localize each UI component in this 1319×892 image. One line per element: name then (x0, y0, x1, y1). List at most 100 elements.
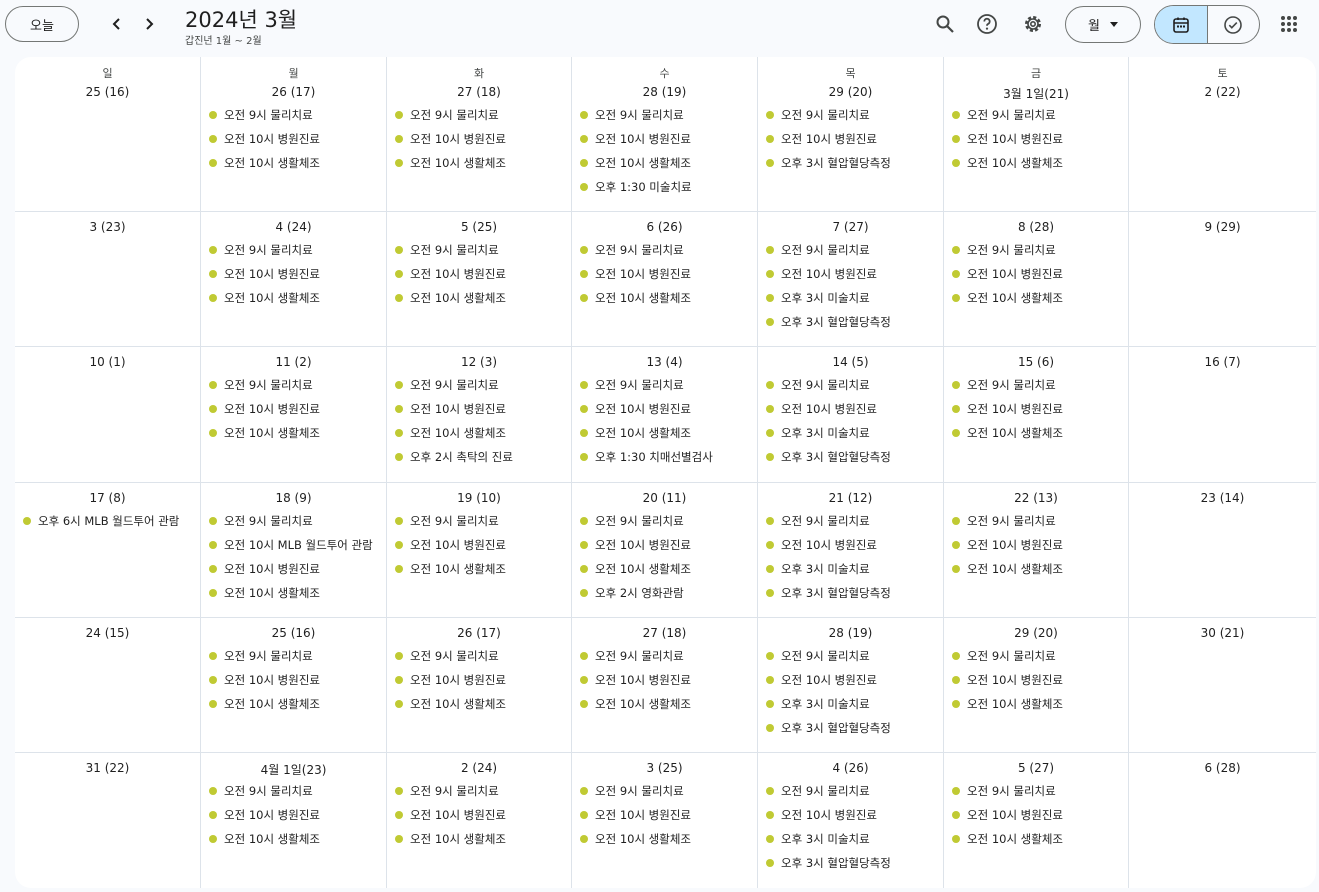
view-select[interactable]: 월 (1065, 6, 1141, 43)
event-chip[interactable]: 오전 9시 물리치료 (209, 239, 384, 261)
date-label[interactable]: 26 (17) (201, 85, 386, 99)
date-label[interactable]: 2 (22) (1129, 85, 1316, 99)
event-chip[interactable]: 오전 9시 물리치료 (766, 780, 941, 802)
day-cell[interactable]: 29 (20) 오전 9시 물리치료 오전 10시 병원진료 오전 10시 생활체조 (944, 618, 1129, 752)
event-chip[interactable]: 오전 9시 물리치료 (395, 104, 569, 126)
event-chip[interactable]: 오전 10시 생활체조 (580, 693, 755, 715)
event-chip[interactable]: 오전 9시 물리치료 (580, 374, 755, 396)
day-cell[interactable]: 월 26 (17) 오전 9시 물리치료 오전 10시 병원진료 오전 10시 생활체조 (201, 57, 387, 211)
event-chip[interactable]: 오전 10시 병원진료 (395, 128, 569, 150)
day-cell[interactable]: 24 (15) (15, 618, 201, 752)
date-label[interactable]: 14 (5) (758, 355, 943, 369)
date-label[interactable]: 7 (27) (758, 220, 943, 234)
event-chip[interactable]: 오전 10시 병원진료 (952, 398, 1126, 420)
day-cell[interactable]: 22 (13) 오전 9시 물리치료 오전 10시 병원진료 오전 10시 생활체조 (944, 483, 1129, 617)
date-label[interactable]: 19 (10) (387, 491, 571, 505)
day-cell[interactable]: 4 (26) 오전 9시 물리치료 오전 10시 병원진료 오후 3시 미술치료 오후 … (758, 753, 944, 888)
date-label[interactable]: 6 (28) (1129, 761, 1316, 775)
event-chip[interactable]: 오전 10시 병원진료 (952, 804, 1126, 826)
day-cell[interactable]: 17 (8) 오후 6시 MLB 월드투어 관람 (15, 483, 201, 617)
day-cell[interactable]: 19 (10) 오전 9시 물리치료 오전 10시 병원진료 오전 10시 생활체조 (387, 483, 572, 617)
day-cell[interactable]: 목 29 (20) 오전 9시 물리치료 오전 10시 병원진료 오후 3시 혈압혈당측… (758, 57, 944, 211)
date-label[interactable]: 31 (22) (15, 761, 200, 775)
event-chip[interactable]: 오전 10시 병원진료 (395, 398, 569, 420)
event-chip[interactable]: 오후 3시 혈압혈당측정 (766, 582, 941, 604)
event-chip[interactable]: 오전 9시 물리치료 (209, 645, 384, 667)
day-cell[interactable]: 30 (21) (1129, 618, 1316, 752)
date-label[interactable]: 3 (23) (15, 220, 200, 234)
date-label[interactable]: 4월 1일(23) (201, 761, 386, 778)
event-chip[interactable]: 오전 10시 생활체조 (952, 287, 1126, 309)
date-label[interactable]: 28 (19) (572, 85, 757, 99)
event-chip[interactable]: 오전 10시 병원진료 (395, 263, 569, 285)
date-label[interactable]: 26 (17) (387, 626, 571, 640)
date-label[interactable]: 20 (11) (572, 491, 757, 505)
event-chip[interactable]: 오전 10시 병원진료 (580, 534, 755, 556)
day-cell[interactable]: 3 (25) 오전 9시 물리치료 오전 10시 병원진료 오전 10시 생활체조 (572, 753, 758, 888)
event-chip[interactable]: 오전 10시 병원진료 (209, 804, 384, 826)
date-label[interactable]: 25 (16) (15, 85, 200, 99)
event-chip[interactable]: 오전 9시 물리치료 (580, 510, 755, 532)
date-label[interactable]: 12 (3) (387, 355, 571, 369)
event-chip[interactable]: 오후 1:30 치매선별검사 (580, 446, 755, 468)
date-label[interactable]: 5 (27) (944, 761, 1128, 775)
date-label[interactable]: 30 (21) (1129, 626, 1316, 640)
event-chip[interactable]: 오전 10시 병원진료 (209, 263, 384, 285)
event-chip[interactable]: 오전 9시 물리치료 (952, 239, 1126, 261)
calendar-icon[interactable] (1155, 6, 1208, 43)
event-chip[interactable]: 오전 10시 생활체조 (209, 582, 384, 604)
day-cell[interactable]: 2 (24) 오전 9시 물리치료 오전 10시 병원진료 오전 10시 생활체조 (387, 753, 572, 888)
date-label[interactable]: 24 (15) (15, 626, 200, 640)
day-cell[interactable]: 15 (6) 오전 9시 물리치료 오전 10시 병원진료 오전 10시 생활체조 (944, 347, 1129, 482)
event-chip[interactable]: 오전 10시 병원진료 (395, 534, 569, 556)
event-chip[interactable]: 오전 10시 병원진료 (766, 804, 941, 826)
event-chip[interactable]: 오후 2시 촉탁의 진료 (395, 446, 569, 468)
event-chip[interactable]: 오전 10시 생활체조 (580, 422, 755, 444)
event-chip[interactable]: 오후 3시 혈압혈당측정 (766, 446, 941, 468)
day-cell[interactable]: 10 (1) (15, 347, 201, 482)
event-chip[interactable]: 오전 10시 병원진료 (580, 398, 755, 420)
event-chip[interactable]: 오전 10시 병원진료 (580, 263, 755, 285)
event-chip[interactable]: 오전 10시 병원진료 (952, 534, 1126, 556)
event-chip[interactable]: 오전 10시 병원진료 (395, 804, 569, 826)
date-label[interactable]: 4 (24) (201, 220, 386, 234)
event-chip[interactable]: 오전 10시 병원진료 (766, 128, 941, 150)
day-cell[interactable]: 11 (2) 오전 9시 물리치료 오전 10시 병원진료 오전 10시 생활체조 (201, 347, 387, 482)
day-cell[interactable]: 12 (3) 오전 9시 물리치료 오전 10시 병원진료 오전 10시 생활체조 오후… (387, 347, 572, 482)
event-chip[interactable]: 오전 10시 병원진료 (766, 534, 941, 556)
event-chip[interactable]: 오전 10시 병원진료 (395, 669, 569, 691)
day-cell[interactable]: 화 27 (18) 오전 9시 물리치료 오전 10시 병원진료 오전 10시 생활체조 (387, 57, 572, 211)
date-label[interactable]: 3월 1일(21) (944, 85, 1128, 102)
date-label[interactable]: 21 (12) (758, 491, 943, 505)
search-icon[interactable] (933, 12, 957, 36)
event-chip[interactable]: 오전 10시 생활체조 (209, 828, 384, 850)
event-chip[interactable]: 오전 9시 물리치료 (209, 104, 384, 126)
day-cell[interactable]: 4 (24) 오전 9시 물리치료 오전 10시 병원진료 오전 10시 생활체조 (201, 212, 387, 346)
date-label[interactable]: 6 (26) (572, 220, 757, 234)
event-chip[interactable]: 오전 10시 생활체조 (952, 152, 1126, 174)
event-chip[interactable]: 오전 10시 생활체조 (395, 152, 569, 174)
day-cell[interactable]: 23 (14) (1129, 483, 1316, 617)
date-label[interactable]: 25 (16) (201, 626, 386, 640)
date-label[interactable]: 2 (24) (387, 761, 571, 775)
day-cell[interactable]: 4월 1일(23) 오전 9시 물리치료 오전 10시 병원진료 오전 10시 생활체… (201, 753, 387, 888)
event-chip[interactable]: 오후 3시 미술치료 (766, 422, 941, 444)
day-cell[interactable]: 일 25 (16) (15, 57, 201, 211)
day-cell[interactable]: 16 (7) (1129, 347, 1316, 482)
event-chip[interactable]: 오후 3시 미술치료 (766, 828, 941, 850)
settings-icon[interactable] (1021, 12, 1045, 36)
day-cell[interactable]: 20 (11) 오전 9시 물리치료 오전 10시 병원진료 오전 10시 생활체조 오… (572, 483, 758, 617)
day-cell[interactable]: 6 (28) (1129, 753, 1316, 888)
event-chip[interactable]: 오전 10시 생활체조 (209, 693, 384, 715)
event-chip[interactable]: 오전 9시 물리치료 (395, 645, 569, 667)
day-cell[interactable]: 31 (22) (15, 753, 201, 888)
day-cell[interactable]: 27 (18) 오전 9시 물리치료 오전 10시 병원진료 오전 10시 생활체조 (572, 618, 758, 752)
event-chip[interactable]: 오전 9시 물리치료 (209, 780, 384, 802)
day-cell[interactable]: 14 (5) 오전 9시 물리치료 오전 10시 병원진료 오후 3시 미술치료 오후 … (758, 347, 944, 482)
event-chip[interactable]: 오전 10시 생활체조 (580, 558, 755, 580)
day-cell[interactable]: 8 (28) 오전 9시 물리치료 오전 10시 병원진료 오전 10시 생활체조 (944, 212, 1129, 346)
date-label[interactable]: 3 (25) (572, 761, 757, 775)
event-chip[interactable]: 오후 3시 혈압혈당측정 (766, 311, 941, 333)
event-chip[interactable]: 오전 9시 물리치료 (209, 510, 384, 532)
event-chip[interactable]: 오전 10시 병원진료 (952, 128, 1126, 150)
